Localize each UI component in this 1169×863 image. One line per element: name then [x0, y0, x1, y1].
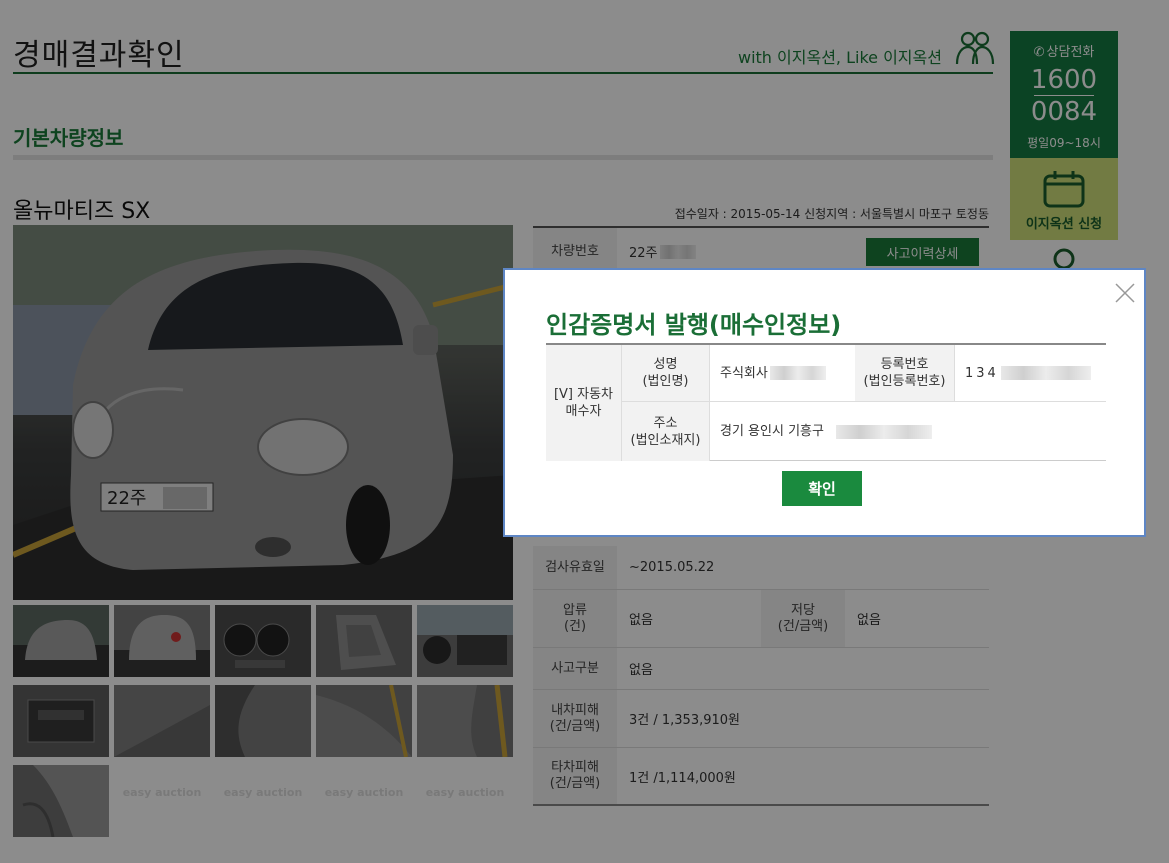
buyer-type-cell: [V] 자동차 매수자: [546, 345, 622, 461]
buyer-info-table: [V] 자동차 매수자 성명 (법인명) 주식회사 등록번호 (법인등록번호) …: [546, 343, 1106, 461]
address-label: 주소 (법인소재지): [622, 402, 710, 461]
page: 경매결과확인 with 이지옥션, Like 이지옥션 기본차량정보 올뉴마티즈…: [0, 0, 1169, 863]
seal-certificate-modal: 인감증명서 발행(매수인정보) [V] 자동차 매수자 성명 (법인명) 주식회…: [503, 268, 1146, 537]
address-value: 경기 용인시 기흥구: [720, 424, 824, 439]
redacted-text: [769, 366, 826, 380]
redacted-text: [1000, 366, 1091, 380]
regno-label: 등록번호 (법인등록번호): [855, 345, 955, 402]
name-value: 주식회사: [720, 365, 768, 381]
redacted-text: [835, 424, 932, 439]
close-icon[interactable]: [1113, 281, 1137, 305]
name-label: 성명 (법인명): [622, 345, 710, 402]
regno-value: 134: [965, 365, 999, 381]
modal-title: 인감증명서 발행(매수인정보): [546, 311, 842, 339]
confirm-button[interactable]: 확인: [782, 471, 862, 506]
